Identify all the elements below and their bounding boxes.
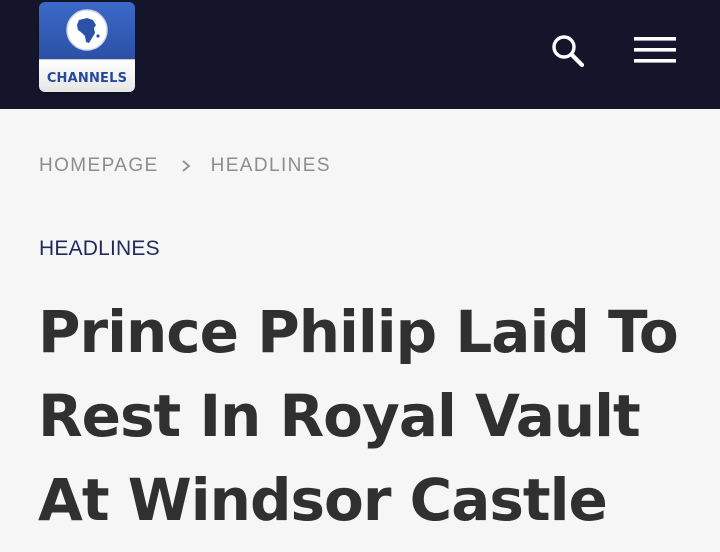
menu-button[interactable] <box>632 34 678 66</box>
article-title: Prince Philip Laid To Rest In Royal Vaul… <box>38 290 698 542</box>
logo-text: CHANNELS <box>46 71 128 86</box>
africa-globe-icon <box>66 9 108 51</box>
breadcrumb-headlines-link[interactable]: HEADLINES <box>211 155 331 177</box>
chevron-right-icon <box>182 160 190 172</box>
hamburger-menu-icon <box>634 37 676 63</box>
top-navigation-bar: CHANNELS <box>0 0 720 109</box>
article-title-line: Rest In Royal Vault <box>38 382 641 450</box>
search-icon <box>552 35 585 68</box>
search-button[interactable] <box>548 30 588 70</box>
channels-logo[interactable]: CHANNELS <box>39 2 135 92</box>
article-category-link[interactable]: HEADLINES <box>39 237 160 261</box>
article-title-line: At Windsor Castle <box>38 466 608 534</box>
breadcrumb: HOMEPAGE HEADLINES <box>39 155 331 177</box>
breadcrumb-homepage-link[interactable]: HOMEPAGE <box>39 155 159 177</box>
article-title-line: Prince Philip Laid To <box>38 298 679 366</box>
